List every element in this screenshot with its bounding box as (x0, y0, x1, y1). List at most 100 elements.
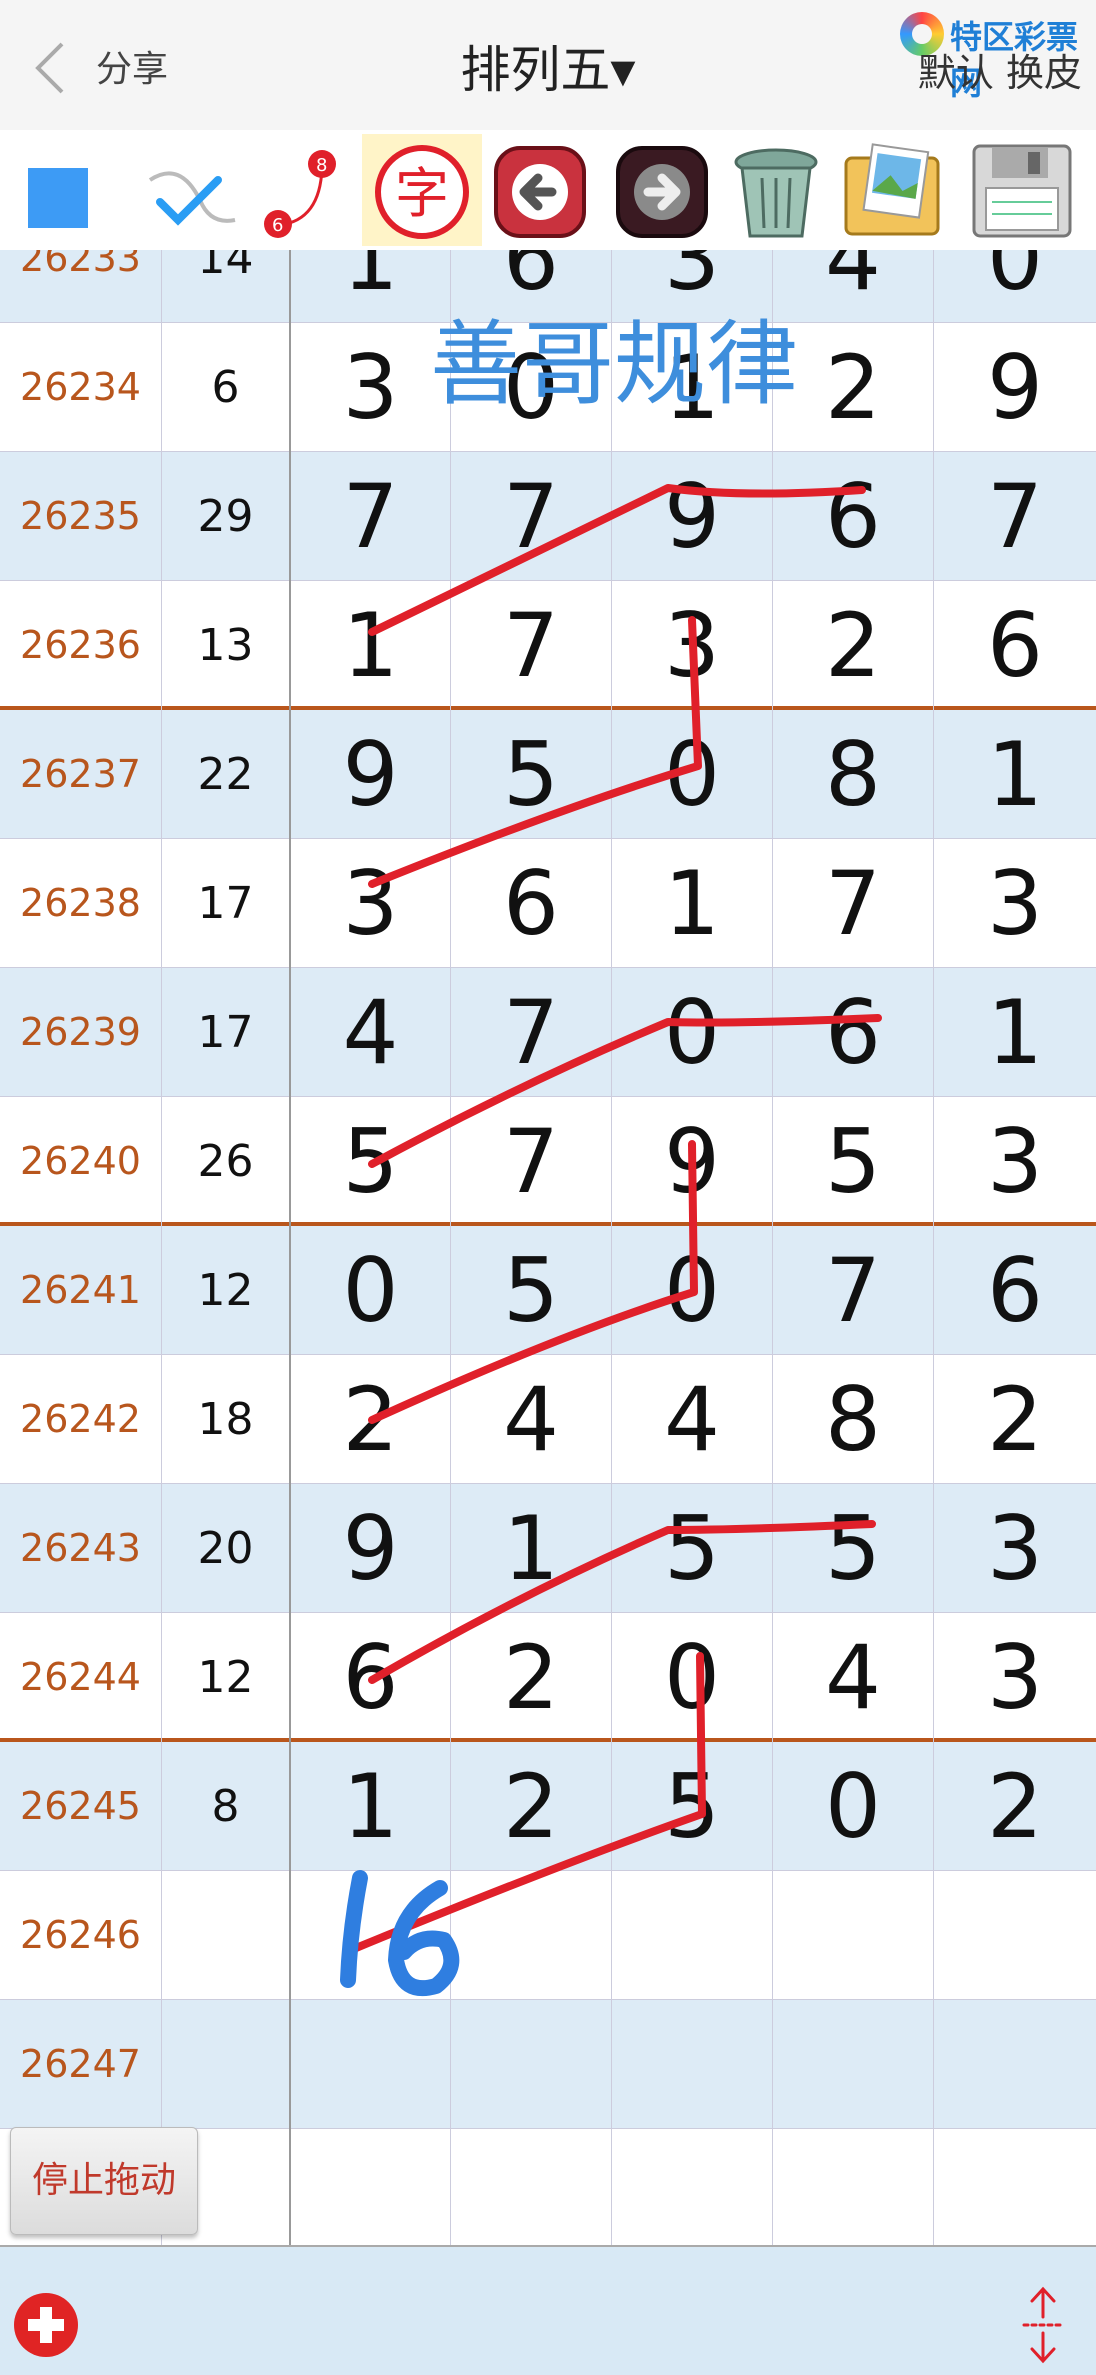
digit-cell (773, 1871, 934, 2000)
clear-button[interactable] (726, 140, 826, 240)
digit-cell: 3 (987, 852, 1043, 955)
theme-switch-button[interactable]: 默认 换皮 (918, 42, 1082, 97)
digit-cell: 2 (291, 1355, 451, 1484)
table-row: 26242 18 2 4 4 8 2 (0, 1355, 1096, 1484)
line-connector-icon: 8 6 (264, 150, 336, 238)
digit-cell: 9 (291, 1484, 451, 1613)
digit-cell: 7 (773, 1226, 934, 1355)
table-row: 26235 29 7 7 9 6 7 (0, 452, 1096, 581)
issue-number: 26234 (0, 323, 162, 452)
table-row: 26239 17 4 7 0 6 1 (0, 968, 1096, 1097)
sum-value: 18 (162, 1355, 291, 1484)
issue-number: 26239 (0, 968, 162, 1097)
digit-cell: 0 (773, 1742, 934, 1871)
redo-button[interactable] (612, 140, 712, 240)
digit-cell (291, 2000, 451, 2129)
pen-tool-button[interactable] (140, 140, 240, 240)
image-button[interactable] (842, 140, 942, 240)
digit-cell: 3 (987, 1110, 1043, 1213)
digit-cell: 2 (451, 1742, 612, 1871)
digit-cell: 2 (451, 1613, 612, 1742)
digit-cell: 6 (451, 839, 612, 968)
digit-cell: 3 (612, 581, 773, 710)
digit-cell (612, 1871, 773, 2000)
undo-arrow-icon (494, 146, 586, 238)
digit-cell: 5 (773, 1097, 934, 1226)
digit-cell: 3 (291, 839, 451, 968)
digit-cell: 6 (291, 1613, 451, 1742)
digit-cell: 2 (987, 1368, 1043, 1471)
table-row: 26243 20 9 1 5 5 3 (0, 1484, 1096, 1613)
issue-number: 26238 (0, 839, 162, 968)
digit-cell: 6 (773, 968, 934, 1097)
issue-number: 26240 (0, 1097, 162, 1226)
digit-cell: 3 (291, 323, 451, 452)
redo-arrow-icon (616, 146, 708, 238)
digit-cell: 8 (773, 710, 934, 839)
sum-value: 8 (162, 1742, 291, 1871)
undo-button[interactable] (490, 140, 590, 240)
digit-cell: 9 (612, 452, 773, 581)
digit-cell (934, 2000, 1096, 2129)
issue-number: 26244 (0, 1613, 162, 1742)
digit-cell: 1 (451, 1484, 612, 1613)
sum-value: 17 (162, 968, 291, 1097)
digit-cell: 0 (291, 1226, 451, 1355)
line-tool-button[interactable]: 8 6 (250, 140, 350, 240)
digit-cell: 4 (291, 968, 451, 1097)
digit-cell: 2 (987, 1755, 1043, 1858)
issue-number: 26241 (0, 1226, 162, 1355)
digit-cell: 5 (612, 1742, 773, 1871)
connector-label-top: 8 (316, 155, 327, 176)
sum-value: 12 (162, 1613, 291, 1742)
text-icon: 字 (375, 145, 469, 239)
issue-number: 26233 (0, 250, 162, 323)
digit-cell: 0 (612, 1226, 773, 1355)
digit-cell (934, 1871, 1096, 2000)
issue-number: 26242 (0, 1355, 162, 1484)
digit-cell: 4 (451, 1355, 612, 1484)
digit-cell (451, 1871, 612, 2000)
save-button[interactable] (968, 140, 1072, 240)
digit-cell: 7 (773, 839, 934, 968)
sum-value (162, 2000, 291, 2129)
table-row: 26246 (0, 1871, 1096, 2000)
stop-drag-button[interactable]: 停止拖动 (10, 2127, 198, 2235)
digit-cell: 7 (451, 1097, 612, 1226)
digit-cell (612, 2000, 773, 2129)
digit-cell (612, 2129, 773, 2245)
sum-value: 6 (162, 323, 291, 452)
digit-cell: 5 (291, 1097, 451, 1226)
color-picker-button[interactable] (20, 140, 120, 240)
issue-number: 26236 (0, 581, 162, 710)
digit-cell: 5 (612, 1484, 773, 1613)
watermark-text: 善哥规律 (430, 311, 799, 418)
digit-cell: 1 (291, 1742, 451, 1871)
scroll-arrows-icon[interactable] (1018, 2285, 1068, 2365)
digit-cell: 5 (451, 710, 612, 839)
save-floppy-icon (972, 144, 1072, 238)
blue-square-icon (28, 168, 88, 228)
add-icon[interactable] (14, 2293, 78, 2357)
text-tool-button[interactable]: 字 (362, 134, 482, 246)
digit-cell: 0 (612, 710, 773, 839)
issue-number: 26245 (0, 1742, 162, 1871)
digit-cell: 1 (987, 723, 1043, 826)
digit-cell (773, 2129, 934, 2245)
text-glyph: 字 (395, 162, 449, 225)
sum-value: 20 (162, 1484, 291, 1613)
table-row: 26238 17 3 6 1 7 3 (0, 839, 1096, 968)
issue-number: 26246 (0, 1871, 162, 2000)
digit-cell (773, 2000, 934, 2129)
digit-cell: 9 (987, 336, 1043, 439)
digit-cell: 1 (291, 581, 451, 710)
table-row: 26241 12 0 5 0 7 6 (0, 1226, 1096, 1355)
digit-cell: 6 (987, 594, 1043, 697)
issue-number: 26235 (0, 452, 162, 581)
sum-value: 12 (162, 1226, 291, 1355)
sum-value: 26 (162, 1097, 291, 1226)
sum-value: 14 (162, 250, 291, 323)
digit-cell: 6 (987, 1239, 1043, 1342)
table-row: 26236 13 1 7 3 2 6 (0, 581, 1096, 710)
sum-value (162, 1871, 291, 2000)
